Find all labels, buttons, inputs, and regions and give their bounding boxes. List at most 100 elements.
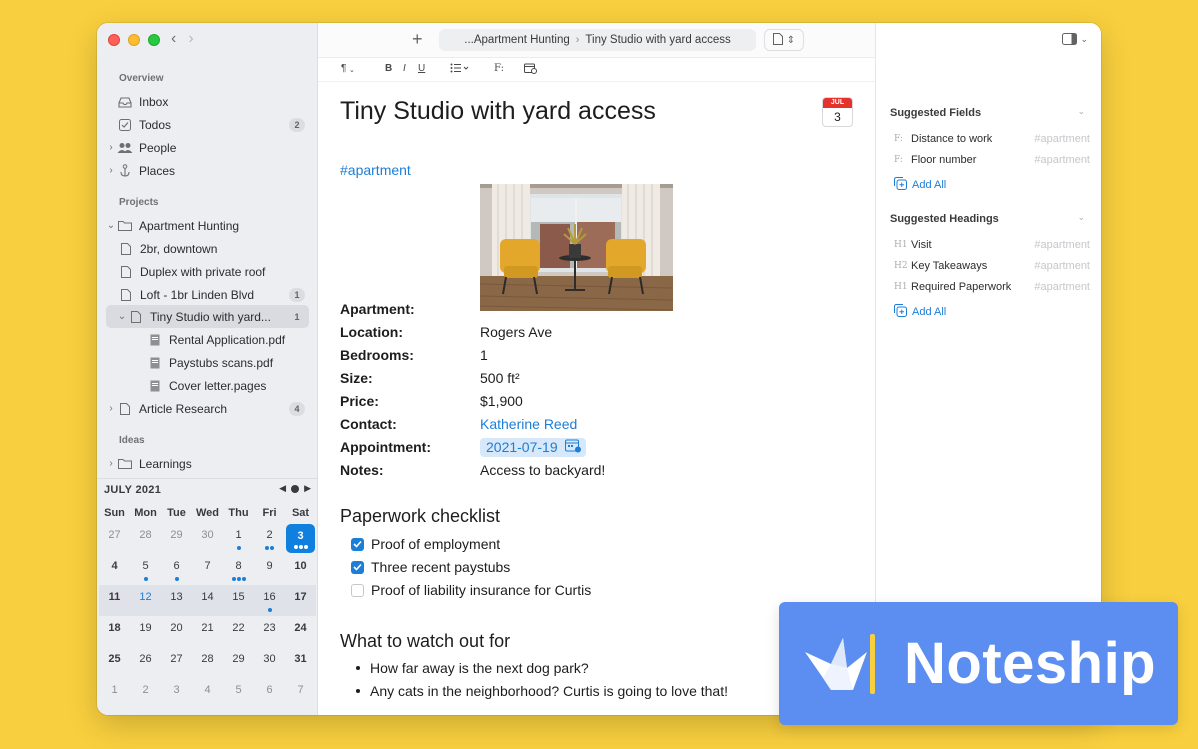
suggested-heading-item[interactable]: H2 Key Takeaways #apartment xyxy=(894,257,1090,275)
calendar-day[interactable]: 12 xyxy=(130,585,161,616)
previous-month-icon[interactable]: ◀ xyxy=(279,483,286,494)
document-menu-button[interactable]: ⇕ xyxy=(764,29,804,51)
close-window-button[interactable] xyxy=(108,34,120,46)
calendar-day[interactable]: 19 xyxy=(130,616,161,647)
sidebar-item-places[interactable]: › Places xyxy=(106,159,309,182)
sidebar-item-learnings[interactable]: › Learnings xyxy=(106,452,309,475)
breadcrumb[interactable]: ...Apartment Hunting › Tiny Studio with … xyxy=(439,29,756,51)
breadcrumb-parent[interactable]: ...Apartment Hunting xyxy=(464,34,569,46)
sidebar-item-paystubs[interactable]: Paystubs scans.pdf xyxy=(146,351,309,374)
property-value[interactable]: $1,900 xyxy=(480,393,523,409)
property-value[interactable]: Rogers Ave xyxy=(480,324,552,340)
chevron-right-icon[interactable]: › xyxy=(106,458,116,469)
calendar-day[interactable]: 25 xyxy=(99,647,130,678)
note-date-badge[interactable]: JUL 3 xyxy=(822,97,853,127)
appointment-date-chip[interactable]: 2021-07-19 xyxy=(480,437,586,457)
sidebar-item-article-research[interactable]: › Article Research 4 xyxy=(106,397,309,420)
property-value[interactable]: 1 xyxy=(480,347,488,363)
calendar-day[interactable]: 23 xyxy=(254,616,285,647)
checkbox-checked[interactable] xyxy=(351,560,364,574)
bullet-item[interactable]: Any cats in the neighborhood? Curtis is … xyxy=(356,683,728,699)
calendar-day[interactable]: 20 xyxy=(161,616,192,647)
calendar-day[interactable]: 31 xyxy=(285,647,316,678)
today-dot-icon[interactable] xyxy=(291,484,300,493)
suggested-field-item[interactable]: F: Distance to work #apartment xyxy=(894,130,1090,148)
chevron-right-icon[interactable]: › xyxy=(106,165,116,176)
calendar-day[interactable]: 11 xyxy=(99,585,130,616)
underline-button[interactable]: U xyxy=(418,63,425,74)
calendar-day[interactable]: 3 xyxy=(286,524,315,553)
calendar-day[interactable]: 21 xyxy=(192,616,223,647)
calendar-day[interactable]: 10 xyxy=(285,554,316,585)
calendar-day[interactable]: 17 xyxy=(285,585,316,616)
field-button[interactable]: F: xyxy=(494,63,504,74)
calendar-day[interactable]: 27 xyxy=(99,523,130,554)
calendar-day[interactable]: 2 xyxy=(130,678,161,709)
calendar-day[interactable]: 24 xyxy=(285,616,316,647)
chevron-right-icon[interactable]: › xyxy=(106,142,116,153)
checkbox-checked[interactable] xyxy=(351,537,364,551)
calendar-day[interactable]: 5 xyxy=(223,678,254,709)
zoom-window-button[interactable] xyxy=(148,34,160,46)
sidebar-item-duplex[interactable]: Duplex with private roof xyxy=(117,260,309,283)
list-button[interactable] xyxy=(450,63,470,76)
sidebar-item-apartment-hunting[interactable]: ⌄ Apartment Hunting xyxy=(106,214,309,237)
next-month-icon[interactable]: ▶ xyxy=(304,483,311,494)
back-arrow-icon[interactable]: ‹ xyxy=(171,30,176,48)
checklist-item[interactable]: Proof of liability insurance for Curtis xyxy=(351,582,591,598)
calendar-day[interactable]: 29 xyxy=(223,647,254,678)
bold-button[interactable]: B xyxy=(385,63,392,74)
chevron-right-icon[interactable]: › xyxy=(106,403,116,414)
calendar-day[interactable]: 13 xyxy=(161,585,192,616)
checklist-item[interactable]: Three recent paystubs xyxy=(351,559,510,575)
calendar-day[interactable]: 26 xyxy=(130,647,161,678)
calendar-day[interactable]: 6 xyxy=(161,554,192,585)
calendar-day[interactable]: 6 xyxy=(254,678,285,709)
calendar-day[interactable]: 14 xyxy=(192,585,223,616)
calendar-day[interactable]: 7 xyxy=(285,678,316,709)
new-note-button[interactable]: + xyxy=(412,29,423,50)
sidebar-item-2br-downtown[interactable]: 2br, downtown xyxy=(117,237,309,260)
calendar-day[interactable]: 18 xyxy=(99,616,130,647)
sidebar-item-loft[interactable]: Loft - 1br Linden Blvd 1 xyxy=(117,283,309,306)
add-all-fields-button[interactable]: Add All xyxy=(894,177,946,193)
calendar-day[interactable]: 30 xyxy=(254,647,285,678)
sidebar-toggle-button[interactable]: ⌄ xyxy=(1062,33,1088,45)
calendar-day[interactable]: 5 xyxy=(130,554,161,585)
add-all-headings-button[interactable]: Add All xyxy=(894,304,946,320)
note-title[interactable]: Tiny Studio with yard access xyxy=(340,97,656,126)
chevron-down-icon[interactable]: ⌄ xyxy=(117,311,127,322)
forward-arrow-icon[interactable]: › xyxy=(188,30,193,48)
calendar-day[interactable]: 30 xyxy=(192,523,223,554)
checkbox-unchecked[interactable] xyxy=(351,583,364,597)
italic-button[interactable]: I xyxy=(403,63,406,74)
calendar-day[interactable]: 29 xyxy=(161,523,192,554)
calendar-day[interactable]: 28 xyxy=(130,523,161,554)
apartment-tag[interactable]: #apartment xyxy=(340,162,411,178)
property-value[interactable]: Access to backyard! xyxy=(480,462,605,478)
calendar-day[interactable]: 4 xyxy=(192,678,223,709)
calendar-day[interactable]: 9 xyxy=(254,554,285,585)
sidebar-item-rental-application[interactable]: Rental Application.pdf xyxy=(146,328,309,351)
sidebar-item-cover-letter[interactable]: Cover letter.pages xyxy=(146,374,309,397)
calendar-day[interactable]: 16 xyxy=(254,585,285,616)
sidebar-item-todos[interactable]: Todos 2 xyxy=(106,113,309,136)
suggested-heading-item[interactable]: H1 Visit #apartment xyxy=(894,236,1090,254)
chevron-down-icon[interactable]: ⌄ xyxy=(106,220,116,231)
paragraph-style-button[interactable]: ¶ xyxy=(341,63,346,74)
calendar-day[interactable]: 7 xyxy=(192,554,223,585)
calendar-day[interactable]: 8 xyxy=(223,554,254,585)
calendar-icon[interactable] xyxy=(564,439,582,456)
contact-link[interactable]: Katherine Reed xyxy=(480,416,577,432)
calendar-day[interactable]: 28 xyxy=(192,647,223,678)
chevron-down-icon[interactable]: ⌄ xyxy=(1077,106,1085,117)
insert-date-button[interactable] xyxy=(524,63,537,77)
property-value[interactable]: 500 ft² xyxy=(480,370,520,386)
calendar-day[interactable]: 3 xyxy=(161,678,192,709)
sidebar-item-inbox[interactable]: Inbox xyxy=(106,90,309,113)
calendar-day[interactable]: 4 xyxy=(99,554,130,585)
sidebar-item-tiny-studio[interactable]: ⌄ Tiny Studio with yard... 1 xyxy=(106,305,309,328)
calendar-day[interactable]: 1 xyxy=(99,678,130,709)
checklist-item[interactable]: Proof of employment xyxy=(351,536,500,552)
sidebar-item-people[interactable]: › People xyxy=(106,136,309,159)
